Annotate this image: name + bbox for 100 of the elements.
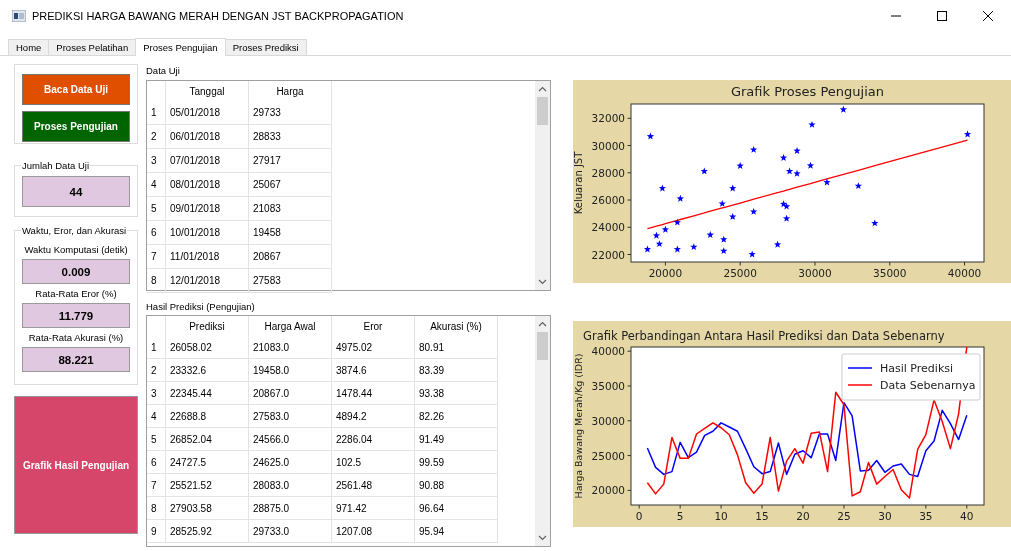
legend-label: Data Sebenarnya bbox=[880, 379, 976, 392]
tick-mark bbox=[627, 489, 632, 491]
table-cell: 2286.04 bbox=[331, 427, 415, 451]
axis-label: Harga Bawang Merah/Kg (IDR) bbox=[573, 353, 584, 499]
table-title: Data Uji bbox=[146, 65, 181, 77]
tab[interactable]: Proses Pengujian bbox=[135, 38, 226, 56]
table-cell: 08/01/2018 bbox=[165, 172, 249, 197]
tick-mark bbox=[679, 504, 681, 509]
scroll-up-icon[interactable] bbox=[538, 321, 547, 327]
table-cell: 27917 bbox=[248, 148, 332, 173]
tick-label: 40000 bbox=[591, 345, 625, 358]
tick-label: 5 bbox=[676, 510, 684, 522]
group-title: Waktu, Eror, dan Akurasi bbox=[21, 225, 128, 236]
tick-label: 25000 bbox=[723, 267, 757, 279]
field-label: Rata-Rata Akurasi (%) bbox=[28, 331, 124, 345]
tick-mark bbox=[627, 254, 632, 255]
tick-label: 35000 bbox=[873, 267, 907, 279]
row-header: 6 bbox=[147, 220, 166, 245]
table-cell: 28083.0 bbox=[248, 473, 332, 497]
table-cell: 11/01/2018 bbox=[165, 244, 249, 269]
tick-mark bbox=[884, 504, 886, 509]
scroll-down-icon[interactable] bbox=[538, 279, 547, 285]
table-cell: 27583 bbox=[248, 268, 332, 293]
table-cell: 24625.0 bbox=[248, 450, 332, 474]
row-header: 7 bbox=[147, 473, 166, 497]
row-header: 7 bbox=[147, 244, 166, 269]
table-cell: 2561.48 bbox=[331, 473, 415, 497]
tick-mark bbox=[627, 455, 632, 457]
action-button[interactable]: Proses Pengujian bbox=[22, 111, 130, 142]
table-cell: 22688.8 bbox=[165, 404, 249, 428]
tick-mark bbox=[843, 504, 845, 509]
app-icon bbox=[12, 10, 26, 22]
scroll-down-icon[interactable] bbox=[538, 535, 547, 541]
table-cell: 24566.0 bbox=[248, 427, 332, 451]
table-cell: 28875.0 bbox=[248, 496, 332, 520]
row-header: 2 bbox=[147, 358, 166, 382]
axis-label: Keluaran JST bbox=[573, 151, 584, 215]
tick-mark bbox=[638, 504, 640, 509]
tick-label: 32000 bbox=[591, 112, 625, 125]
tick-mark bbox=[627, 385, 632, 387]
tick-mark bbox=[964, 261, 966, 266]
row-header: 4 bbox=[147, 172, 166, 197]
table-cell: 20867 bbox=[248, 244, 332, 269]
table-cell: 28833 bbox=[248, 124, 332, 149]
maximize-icon[interactable] bbox=[937, 11, 947, 21]
tick-mark bbox=[739, 261, 741, 266]
tick-mark bbox=[627, 145, 632, 147]
scroll-thumb[interactable] bbox=[537, 332, 548, 360]
tick-mark bbox=[664, 261, 666, 266]
tab[interactable]: Proses Prediksi bbox=[224, 39, 307, 55]
table-cell: 21083.0 bbox=[248, 336, 332, 359]
tick-label: 30 bbox=[878, 510, 892, 522]
tick-mark bbox=[627, 199, 632, 201]
tick-label: 15 bbox=[755, 510, 769, 522]
tick-label: 20 bbox=[796, 510, 810, 522]
tick-mark bbox=[889, 261, 891, 266]
tick-label: 20000 bbox=[591, 484, 625, 497]
tick-label: 24000 bbox=[591, 221, 625, 234]
group-title: Jumlah Data Uji bbox=[21, 160, 91, 171]
table-cell: 21083 bbox=[248, 196, 332, 221]
close-icon[interactable] bbox=[983, 11, 993, 21]
table-cell: 26058.02 bbox=[165, 336, 249, 359]
table-cell: 09/01/2018 bbox=[165, 196, 249, 221]
row-header: 2 bbox=[147, 124, 166, 149]
row-header: 8 bbox=[147, 268, 166, 293]
scrollbar[interactable] bbox=[535, 316, 550, 546]
tab[interactable]: Home bbox=[8, 39, 50, 55]
tick-mark bbox=[627, 226, 632, 228]
tick-mark bbox=[720, 504, 722, 509]
row-header: 4 bbox=[147, 404, 166, 428]
table-cell: 05/01/2018 bbox=[165, 101, 249, 125]
row-header: 1 bbox=[147, 336, 166, 359]
value-field: 88.221 bbox=[22, 347, 130, 372]
tab[interactable]: Proses Pelatihan bbox=[48, 39, 137, 55]
tick-mark bbox=[627, 172, 632, 174]
chart-button[interactable]: Grafik Hasil Pengujian bbox=[14, 396, 138, 534]
scroll-up-icon[interactable] bbox=[538, 86, 547, 92]
action-button[interactable]: Baca Data Uji bbox=[22, 74, 130, 105]
tick-label: 22000 bbox=[591, 248, 625, 261]
table-cell: 1207.08 bbox=[331, 519, 415, 543]
scrollbar[interactable] bbox=[535, 81, 550, 290]
field-label: Waktu Komputasi (detik) bbox=[24, 243, 128, 257]
tick-label: 10 bbox=[714, 510, 728, 522]
table-cell: 4894.2 bbox=[331, 404, 415, 428]
tick-label: 28000 bbox=[591, 166, 625, 179]
tick-mark bbox=[814, 261, 816, 266]
window-title: PREDIKSI HARGA BAWANG MERAH DENGAN JST BACKPROPAGATION bbox=[32, 10, 405, 22]
table-cell: 90.88 bbox=[414, 473, 498, 497]
field-label: Rata-Rata Eror (%) bbox=[35, 287, 117, 301]
tick-label: 40 bbox=[960, 510, 974, 522]
scroll-thumb[interactable] bbox=[537, 97, 548, 125]
column-header: Prediksi bbox=[165, 316, 249, 336]
chart-title: Grafik Perbandingan Antara Hasil Prediksi dan Data Sebenarny bbox=[583, 329, 945, 343]
value-field: 0.009 bbox=[22, 259, 130, 284]
table-cell: 28525.92 bbox=[165, 519, 249, 543]
tick-label: 40000 bbox=[947, 267, 982, 279]
table-cell: 99.59 bbox=[414, 450, 498, 474]
table-cell: 07/01/2018 bbox=[165, 148, 249, 173]
tick-label: 30000 bbox=[591, 414, 625, 427]
tick-mark bbox=[627, 350, 632, 352]
